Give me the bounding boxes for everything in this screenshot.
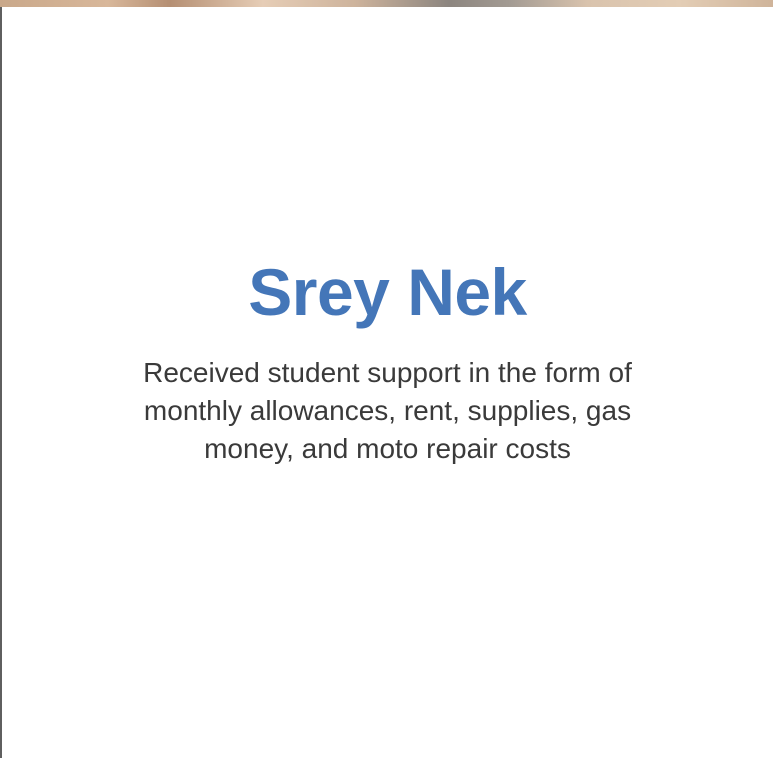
support-description: Received student support in the form of … [143,357,632,464]
profile-card-frame: Srey Nek Received student support in the… [0,0,773,758]
profile-card: Srey Nek Received student support in the… [2,7,773,758]
person-name: Srey Nek [248,255,527,329]
photo-edge [0,0,773,7]
